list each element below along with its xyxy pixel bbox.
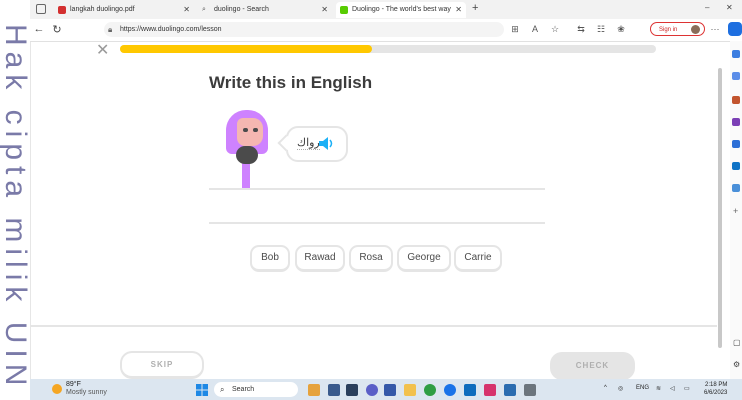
tab-title: Duolingo - The world's best way	[352, 6, 451, 13]
taskbar-search-label: Search	[232, 386, 255, 393]
sidebar-drop-icon[interactable]	[732, 184, 740, 192]
word-chip-george[interactable]: George	[397, 245, 451, 272]
text-size-icon[interactable]: A	[528, 24, 542, 34]
sidebar-shopping-icon[interactable]	[732, 72, 740, 80]
sign-in-button[interactable]: Sign in	[650, 22, 705, 36]
mail-icon[interactable]	[484, 384, 496, 396]
sign-in-label: Sign in	[659, 27, 678, 33]
character-face	[237, 118, 263, 146]
refresh-icon[interactable]: ↻	[50, 23, 64, 36]
wifi-icon[interactable]: ≋	[656, 385, 661, 392]
page-scrollbar[interactable]	[718, 68, 722, 348]
sidebar-search-icon[interactable]	[732, 50, 740, 58]
url-field[interactable]: 🔒︎ https://www.duolingo.com/lesson	[104, 22, 504, 37]
watermark-text: Hak cipta milik UIN	[0, 24, 32, 392]
check-button[interactable]: CHECK	[550, 352, 635, 380]
app-icon[interactable]	[524, 384, 536, 396]
sidebar-tools-icon[interactable]	[732, 96, 740, 104]
tray-app-icon[interactable]: ◎	[618, 385, 623, 392]
answer-line[interactable]	[209, 222, 545, 224]
edge-browser-icon[interactable]	[424, 384, 436, 396]
word-chip-rosa[interactable]: Rosa	[349, 245, 393, 272]
taskbar-search[interactable]: ⌕ Search	[214, 382, 298, 397]
browser-icon[interactable]	[444, 384, 456, 396]
close-lesson-icon[interactable]: ✕	[96, 40, 109, 60]
search-icon: ⌕	[202, 6, 206, 13]
more-menu-icon[interactable]: ···	[708, 24, 722, 34]
windows-start-icon[interactable]	[196, 384, 208, 396]
new-tab-button[interactable]: +	[472, 2, 478, 14]
file-explorer-icon[interactable]	[404, 384, 416, 396]
sidebar-games-icon[interactable]	[732, 118, 740, 126]
url-text: https://www.duolingo.com/lesson	[120, 26, 222, 33]
tab-title: langkah duolingo.pdf	[70, 6, 135, 13]
search-icon: ⌕	[220, 385, 225, 394]
close-icon[interactable]: ✕	[321, 2, 328, 18]
tab-duolingo[interactable]: Duolingo - The world's best way ✕	[336, 2, 466, 18]
language-indicator[interactable]: ENG	[636, 385, 649, 391]
photos-icon[interactable]	[384, 384, 396, 396]
character-collar	[236, 146, 258, 164]
sidebar-office-icon[interactable]	[732, 140, 740, 148]
weather-sun-icon	[52, 384, 62, 394]
progress-fill	[120, 45, 372, 53]
weather-temp: 89°F	[66, 381, 81, 388]
pdf-icon	[58, 6, 66, 14]
store-icon[interactable]	[464, 384, 476, 396]
clock[interactable]: 2:18 PM 6/6/2023	[704, 381, 727, 397]
close-icon[interactable]: ✕	[183, 2, 190, 18]
split-screen-icon[interactable]: ⇆	[574, 24, 588, 35]
favorites-icon[interactable]: ☷	[594, 24, 608, 35]
close-icon[interactable]: ✕	[455, 2, 462, 18]
character-eye	[243, 128, 248, 132]
outlook-icon[interactable]	[504, 384, 516, 396]
word-chip-bob[interactable]: Bob	[250, 245, 290, 272]
read-aloud-icon[interactable]: ⊞	[508, 24, 522, 35]
bing-copilot-icon[interactable]	[728, 22, 742, 36]
tab-actions-icon[interactable]	[36, 4, 46, 14]
character-eye	[253, 128, 258, 132]
prompt-word[interactable]: رواك	[297, 136, 320, 150]
sidebar-add-icon[interactable]: +	[733, 206, 738, 216]
volume-icon[interactable]: ◁	[670, 385, 675, 392]
clock-time: 2:18 PM	[705, 382, 728, 388]
people-app-icon[interactable]	[308, 384, 320, 396]
tab-pdf[interactable]: langkah duolingo.pdf ✕	[54, 2, 194, 18]
tab-search[interactable]: ⌕ duolingo - Search ✕	[198, 2, 332, 18]
address-bar: ← ↻ 🔒︎ https://www.duolingo.com/lesson ⊞…	[30, 19, 742, 42]
lock-icon: 🔒︎	[108, 25, 113, 34]
sidebar-outlook-icon[interactable]	[732, 162, 740, 170]
file-tile-icon[interactable]	[346, 384, 358, 396]
minimize-icon[interactable]: ‒	[705, 3, 709, 12]
tray-chevron-icon[interactable]: ^	[604, 385, 607, 391]
answer-line[interactable]	[209, 188, 545, 190]
sidebar-settings-icon[interactable]: ⚙	[733, 360, 740, 369]
weather-desc: Mostly sunny	[66, 389, 107, 396]
speaker-icon[interactable]	[318, 137, 334, 150]
tab-title: duolingo - Search	[214, 6, 269, 13]
duolingo-icon	[340, 6, 348, 14]
weather-widget[interactable]: 89°F Mostly sunny	[66, 381, 107, 397]
close-window-icon[interactable]: ✕	[726, 3, 733, 12]
avatar	[691, 25, 700, 34]
back-icon[interactable]: ←	[32, 23, 46, 35]
favorite-star-icon[interactable]: ☆	[548, 24, 562, 35]
clock-date: 6/6/2023	[704, 390, 728, 396]
battery-icon[interactable]: ▭	[684, 385, 690, 392]
task-view-icon[interactable]	[328, 384, 340, 396]
skip-button[interactable]: SKIP	[120, 351, 204, 379]
word-chip-rawad[interactable]: Rawad	[295, 245, 345, 272]
chat-icon[interactable]	[366, 384, 378, 396]
lesson-title: Write this in English	[209, 73, 373, 92]
collections-icon[interactable]: ❀	[614, 24, 628, 35]
sidebar-layout-icon[interactable]: ▢	[733, 338, 741, 347]
footer-divider	[30, 325, 717, 327]
word-chip-carrie[interactable]: Carrie	[454, 245, 502, 272]
